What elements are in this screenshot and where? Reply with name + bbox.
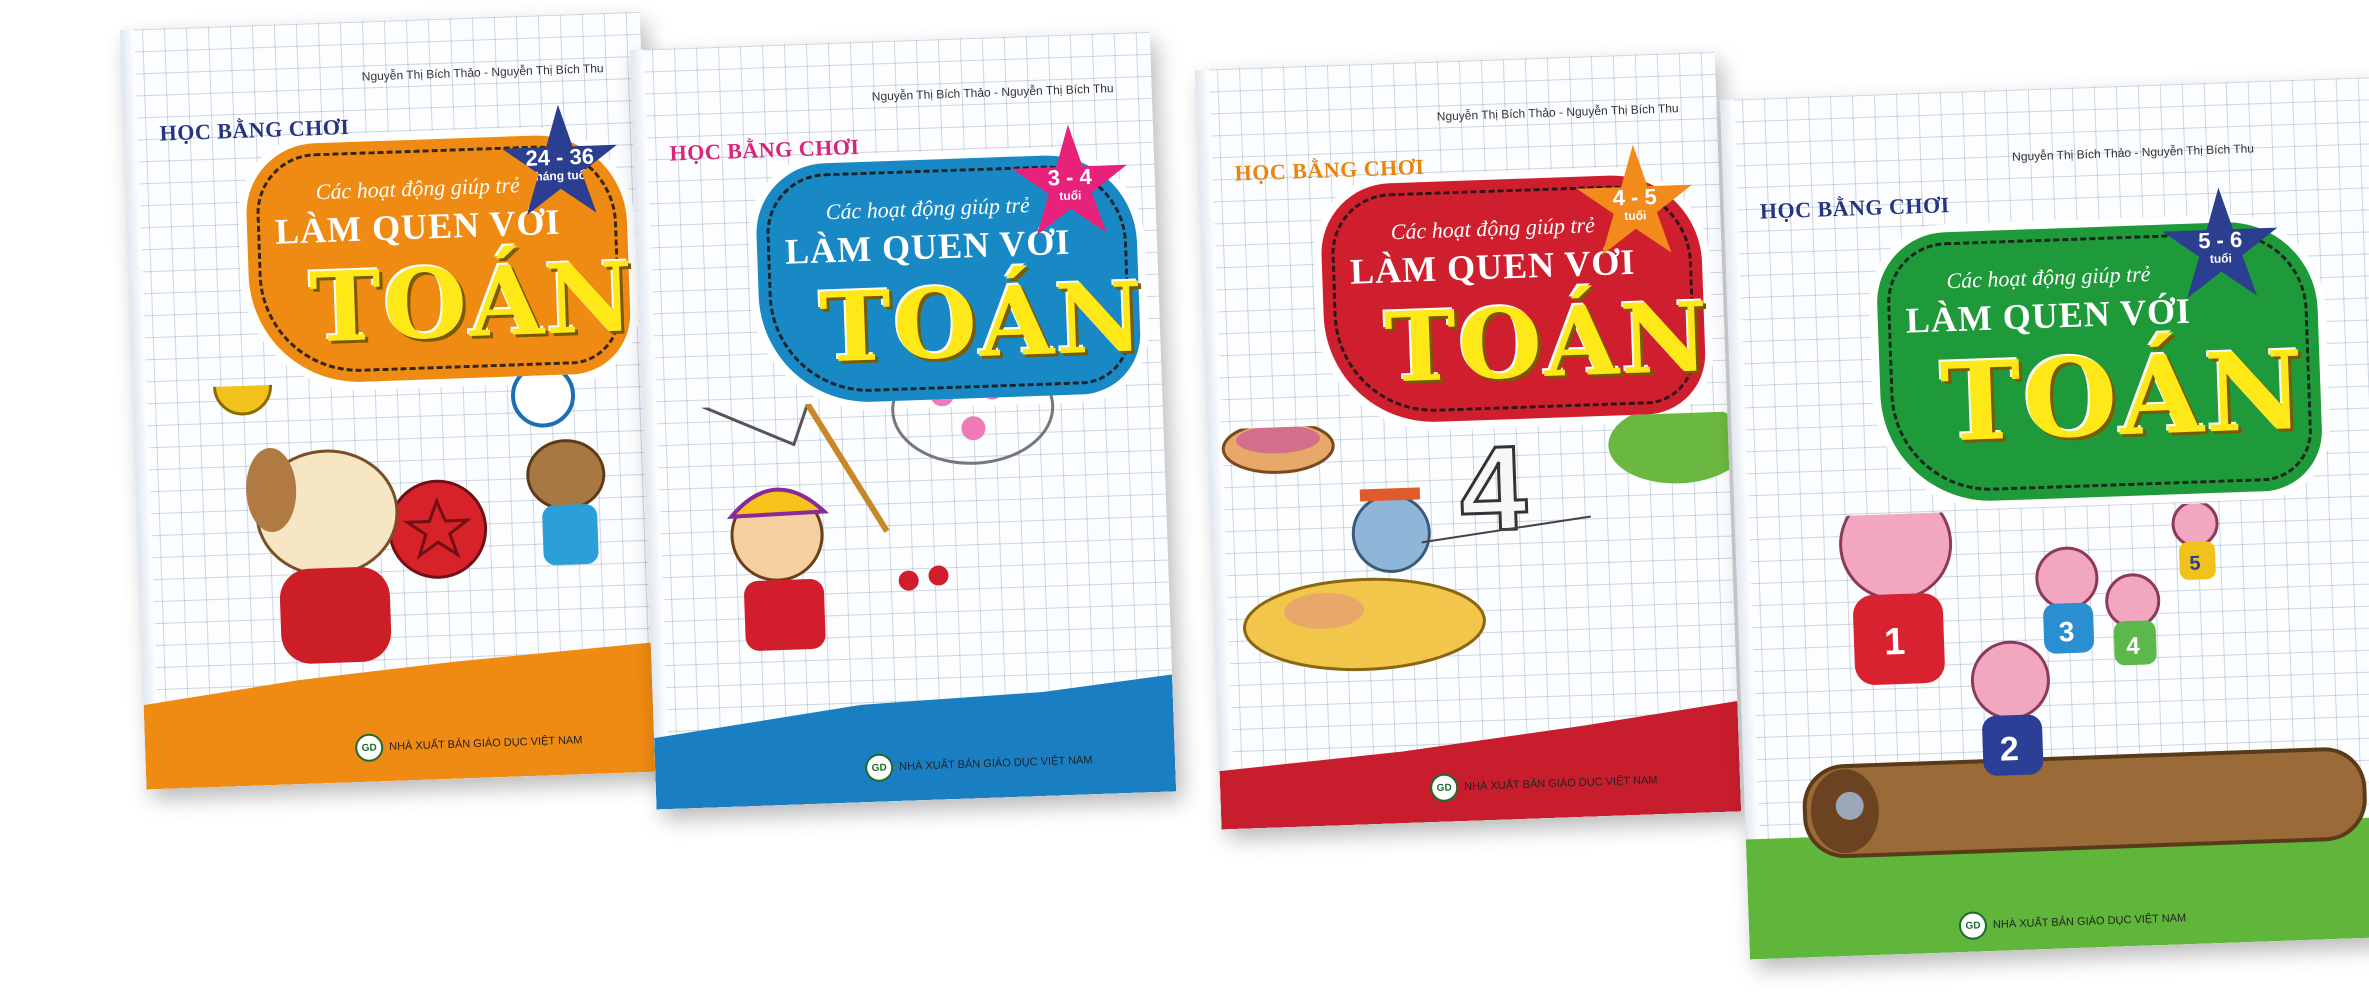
big-number: 4: [1457, 421, 1529, 557]
ball-yellow: [212, 371, 272, 416]
boat: [1243, 577, 1486, 672]
bunny-number: 4: [2126, 633, 2141, 660]
bunny-head: [2171, 500, 2219, 548]
boy-shirt: [744, 579, 826, 651]
log: [1802, 747, 2367, 859]
publisher-logo: GD: [354, 733, 384, 763]
ball-red: [388, 479, 488, 579]
bunny-head: [2105, 573, 2161, 629]
ladybug: [898, 570, 919, 591]
age-text: 24 - 36: [525, 143, 595, 171]
publisher-name: NHÀ XUẤT BẢN GIÁO DỤC VIỆT NAM: [388, 734, 583, 754]
bunny-head: [1970, 640, 2050, 720]
publisher-name: NHÀ XUẤT BẢN GIÁO DỤC VIỆT NAM: [1463, 774, 1658, 794]
age-unit-text: tuổi: [1059, 188, 1082, 204]
publisher-logo: GD: [1958, 911, 1988, 941]
title-badge: Các hoạt động giúp trẻ LÀM QUEN VỚI TOÁN: [1874, 219, 2324, 505]
grass-island: [1608, 411, 1740, 484]
cat-head-blue: [1351, 493, 1431, 573]
bunny-number: 3: [2058, 616, 2075, 648]
bunny-number: 1: [1883, 621, 1906, 664]
series-title: HỌC BẰNG CHƠI: [669, 134, 860, 166]
title-line-2: TOÁN: [1938, 327, 2308, 467]
age-unit-text: tuổi: [2209, 251, 2233, 266]
book-cover-4-5-years[interactable]: Nguyễn Thị Bích Thảo - Nguyễn Thị Bích T…: [1195, 51, 1742, 830]
cat-hat: [1359, 487, 1421, 502]
book-cover-24-36-months[interactable]: Nguyễn Thị Bích Thảo - Nguyễn Thị Bích T…: [120, 11, 667, 790]
title-line-2: TOÁN: [1382, 280, 1712, 405]
dog-shirt: [279, 566, 392, 664]
series-title: HỌC BẰNG CHƠI: [1234, 154, 1425, 186]
book-cover-3-4-years[interactable]: Nguyễn Thị Bích Thảo - Nguyễn Thị Bích T…: [630, 31, 1177, 810]
boy-cap: [726, 487, 830, 520]
age-text: 3 - 4: [1047, 163, 1093, 191]
publisher-logo: GD: [1429, 773, 1459, 803]
title-line-2: TOÁN: [817, 260, 1147, 385]
cat-shirt: [542, 504, 599, 566]
publisher-name: NHÀ XUẤT BẢN GIÁO DỤC VIỆT NAM: [1992, 912, 2187, 931]
age-text: 4 - 5: [1612, 183, 1658, 211]
cover-illustration-bunnies-log: 1 2 3 4 5: [1745, 497, 2369, 960]
age-text: 5 - 6: [2197, 226, 2243, 254]
ladybug: [928, 565, 949, 586]
bunny-head: [2035, 546, 2099, 610]
bunny-number: 5: [2189, 553, 2201, 575]
bunny-number: 2: [1999, 730, 2019, 769]
ball-blue: [511, 371, 576, 428]
age-unit-text: tháng tuổi: [531, 167, 590, 184]
cat-head: [526, 439, 606, 511]
authors-text: Nguyễn Thị Bích Thảo - Nguyễn Thị Bích T…: [2011, 141, 2255, 164]
butterfly-net: [679, 391, 823, 447]
title-line-2: TOÁN: [307, 240, 637, 365]
net-handle: [804, 402, 890, 533]
authors-text: Nguyễn Thị Bích Thảo - Nguyễn Thị Bích T…: [1436, 101, 1679, 124]
publisher-logo: GD: [864, 753, 894, 783]
publisher-name: NHÀ XUẤT BẢN GIÁO DỤC VIỆT NAM: [898, 754, 1093, 774]
big-bunny-head: [1839, 497, 1953, 601]
series-title: HỌC BẰNG CHƠI: [159, 114, 350, 146]
age-unit-text: tuổi: [1624, 208, 1647, 224]
book-set-scene: Nguyễn Thị Bích Thảo - Nguyễn Thị Bích T…: [0, 0, 2369, 1000]
book-cover-5-6-years[interactable]: Nguyễn Thị Bích Thảo - Nguyễn Thị Bích T…: [1720, 77, 2369, 960]
authors-text: Nguyễn Thị Bích Thảo - Nguyễn Thị Bích T…: [361, 61, 604, 84]
authors-text: Nguyễn Thị Bích Thảo - Nguyễn Thị Bích T…: [871, 81, 1114, 104]
series-title: HỌC BẰNG CHƠI: [1759, 192, 1951, 224]
butterfly: [961, 416, 986, 441]
